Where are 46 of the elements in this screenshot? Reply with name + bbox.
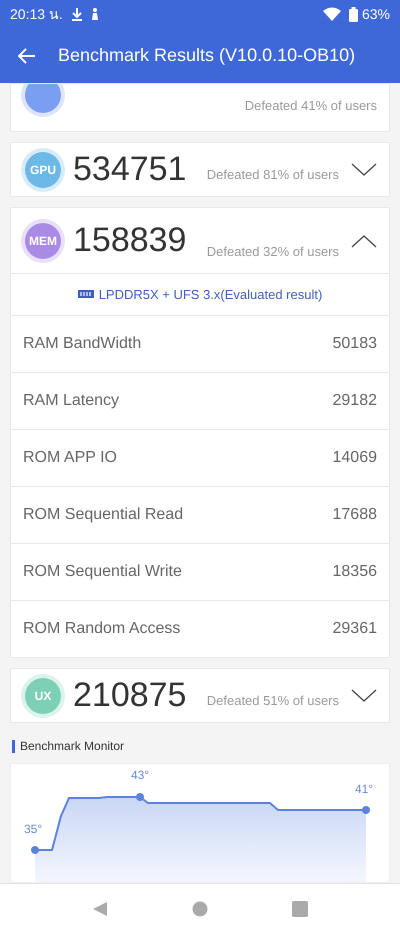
detail-value: 14069 [332, 449, 377, 468]
detail-name: RAM BandWidth [23, 335, 142, 354]
score-value: 158839 [73, 221, 188, 260]
temperature-point [31, 846, 39, 854]
chevron-down-icon[interactable] [351, 688, 377, 703]
detail-name: RAM Latency [23, 392, 120, 410]
temperature-label: 35° [24, 822, 42, 836]
defeated-text: Defeated 41% of users [244, 98, 377, 114]
battery-percent: 63% [362, 6, 390, 22]
defeated-text: Defeated 51% of users [206, 693, 339, 708]
score-card[interactable]: UX 210875 Defeated 51% of users [10, 668, 390, 723]
detail-value: 50183 [332, 335, 377, 354]
chevron-up-icon[interactable] [351, 234, 377, 248]
page-title: Benchmark Results (V10.0.10-OB10) [58, 45, 356, 66]
status-time: 20:13 น. [10, 5, 63, 24]
chevron-down-icon[interactable] [351, 162, 377, 177]
temperature-label: 43° [131, 768, 150, 782]
detail-name: ROM Sequential Write [23, 563, 182, 582]
battery-icon [348, 6, 358, 22]
figure-icon [90, 8, 99, 20]
score-card[interactable]: MEM 158839 Defeated 32% of users [10, 207, 390, 274]
detail-value: 29182 [332, 392, 377, 410]
category-badge: MEM [25, 222, 61, 259]
detail-value: 29361 [332, 620, 377, 638]
score-value: 534751 [73, 150, 188, 190]
section-title: Benchmark Monitor [20, 739, 124, 753]
back-arrow-icon[interactable] [18, 48, 36, 64]
category-badge: UX [25, 678, 61, 714]
defeated-text: Defeated 32% of users [206, 244, 339, 260]
detail-name: ROM APP IO [23, 449, 117, 468]
memory-type-text: LPDDR5X + UFS 3.x(Evaluated result) [98, 287, 322, 302]
download-icon [70, 7, 83, 21]
temperature-label: 41° [355, 782, 374, 796]
detail-value: 18356 [332, 563, 377, 582]
temperature-point [136, 793, 144, 801]
score-card[interactable]: GPU 534751 Defeated 81% of users [10, 142, 390, 198]
score-value: 210875 [73, 676, 188, 716]
detail-name: ROM Sequential Read [23, 506, 184, 524]
temperature-point [362, 806, 370, 814]
detail-value: 17688 [332, 506, 377, 524]
memory-chip-icon [78, 290, 94, 300]
category-badge: GPU [25, 152, 61, 188]
defeated-text: Defeated 81% of users [206, 167, 339, 182]
section-marker [12, 740, 15, 752]
detail-name: ROM Random Access [23, 620, 180, 638]
wifi-icon [322, 7, 341, 21]
